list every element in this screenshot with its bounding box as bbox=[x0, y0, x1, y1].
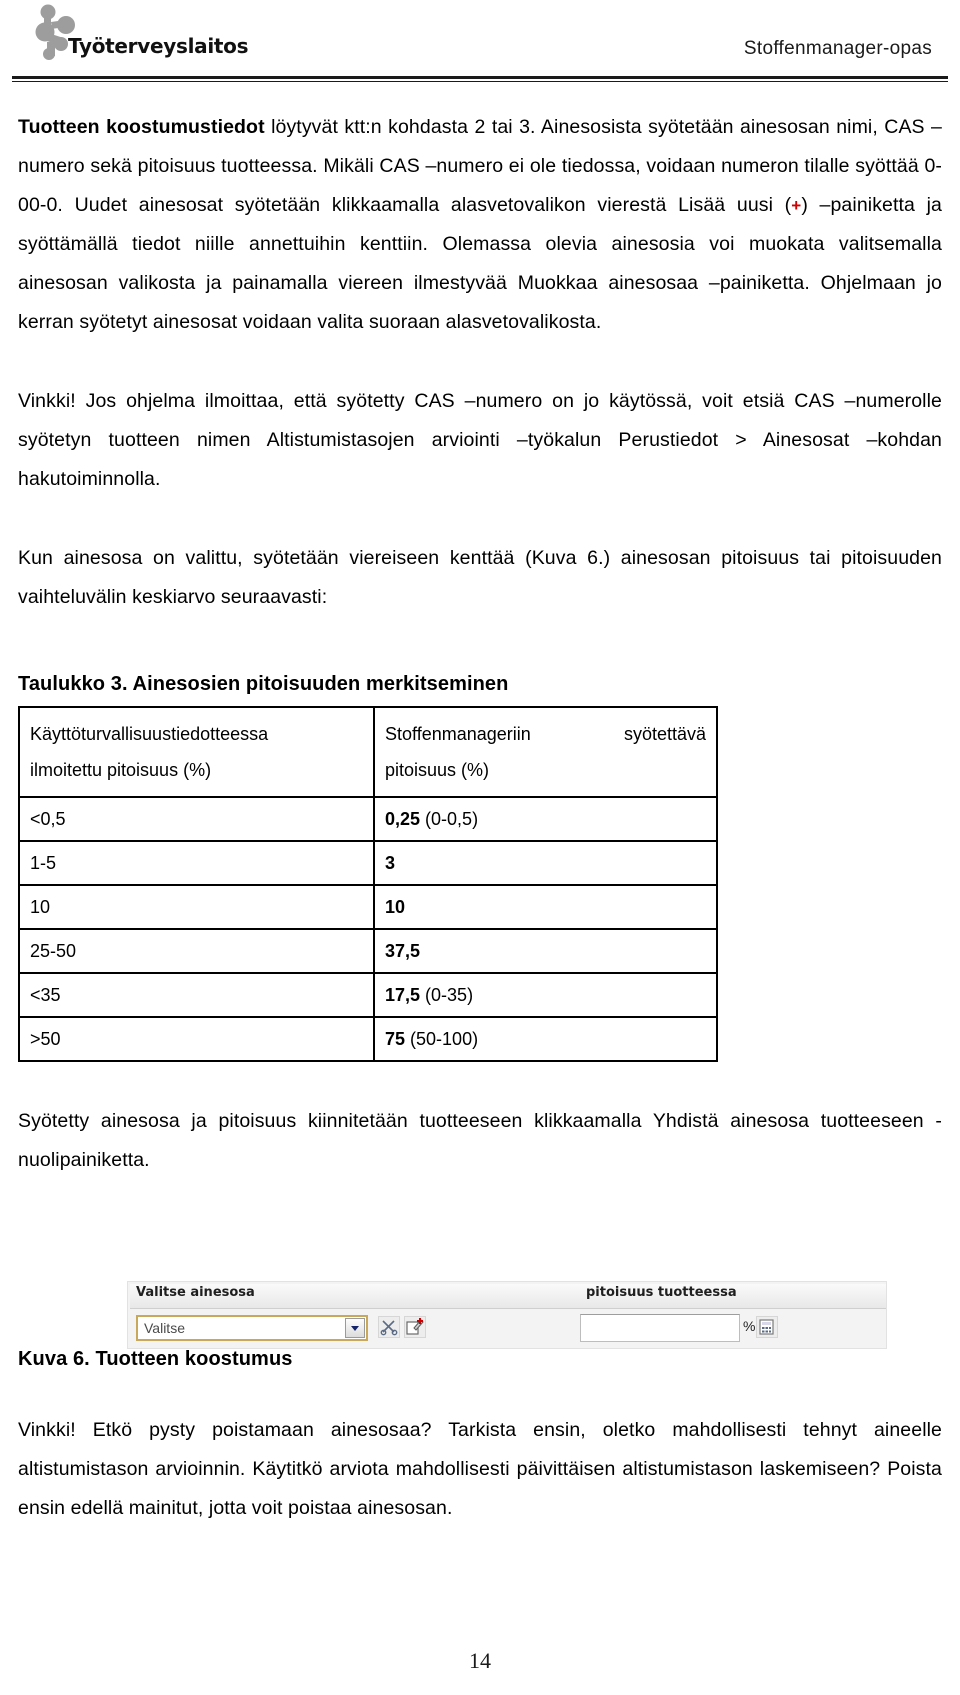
substance-select[interactable]: Valitse bbox=[136, 1315, 368, 1341]
table-header-row: Käyttöturvallisuustiedotteessa ilmoitett… bbox=[18, 706, 718, 798]
document-title: Stoffenmanager-opas bbox=[743, 38, 932, 59]
cell-entered: 3 bbox=[373, 840, 718, 886]
table-header-entered-line2: pitoisuus (%) bbox=[385, 760, 490, 780]
cell-entered: 37,5 bbox=[373, 928, 718, 974]
table-row: 1-5 3 bbox=[18, 840, 718, 886]
paragraph-3: Kun ainesosa on valittu, syötetään viere… bbox=[18, 547, 942, 608]
header-divider-thin bbox=[12, 81, 948, 82]
table-row: 10 10 bbox=[18, 884, 718, 930]
cell-entered-value: 37,5 bbox=[385, 941, 421, 961]
percent-label: % bbox=[743, 1318, 756, 1334]
cell-entered-value: 0,25 bbox=[385, 809, 421, 829]
cell-entered-value: 75 bbox=[385, 1029, 406, 1049]
cell-entered: 10 bbox=[373, 884, 718, 930]
figure-screenshot: Valitse ainesosa pitoisuus tuotteessa Va… bbox=[127, 1281, 887, 1349]
field-label-concentration: pitoisuus tuotteessa bbox=[586, 1285, 737, 1300]
table-header-entered-line1: Stoffenmanageriin syötettävä bbox=[385, 724, 706, 744]
cell-entered-range: (50-100) bbox=[405, 1029, 479, 1049]
field-label-select-substance: Valitse ainesosa bbox=[136, 1285, 255, 1300]
cell-declared: 10 bbox=[18, 884, 375, 930]
paragraph-1-lead: Tuotteen koostumustiedot bbox=[18, 116, 265, 138]
table-caption: Taulukko 3. Ainesosien pitoisuuden merki… bbox=[18, 673, 509, 695]
calculator-icon[interactable] bbox=[756, 1316, 778, 1338]
paragraph-1: Tuotteen koostumustiedot löytyvät ktt:n … bbox=[18, 108, 942, 342]
table-row: >50 75 (50-100) bbox=[18, 1016, 718, 1062]
cell-entered-value: 10 bbox=[385, 897, 406, 917]
cell-declared: <0,5 bbox=[18, 796, 375, 842]
cell-entered: 75 (50-100) bbox=[373, 1016, 718, 1062]
header-divider bbox=[12, 76, 948, 79]
table-row: <35 17,5 (0-35) bbox=[18, 972, 718, 1018]
paragraph-5: Vinkki! Etkö pysty poistamaan ainesosaa?… bbox=[18, 1419, 942, 1519]
table-row: <0,5 0,25 (0-0,5) bbox=[18, 796, 718, 842]
cell-entered-range: (0-35) bbox=[420, 985, 474, 1005]
concentration-table: Käyttöturvallisuustiedotteessa ilmoitett… bbox=[18, 706, 718, 1062]
cell-declared: >50 bbox=[18, 1016, 375, 1062]
cell-declared: 1-5 bbox=[18, 840, 375, 886]
plus-icon: + bbox=[791, 196, 802, 215]
concentration-input[interactable] bbox=[580, 1314, 740, 1342]
cell-declared: <35 bbox=[18, 972, 375, 1018]
cell-entered: 0,25 (0-0,5) bbox=[373, 796, 718, 842]
chevron-down-icon[interactable] bbox=[345, 1318, 365, 1338]
table-header-entered: Stoffenmanageriin syötettävä pitoisuus (… bbox=[373, 706, 718, 798]
paragraph-4: Syötetty ainesosa ja pitoisuus kiinnitet… bbox=[18, 1110, 942, 1171]
cell-entered-range: (0-0,5) bbox=[420, 809, 479, 829]
logo-wordmark: Työterveyslaitos bbox=[68, 34, 249, 58]
table-header-declared-line2: ilmoitettu pitoisuus (%) bbox=[30, 760, 212, 780]
table-header-declared-line1: Käyttöturvallisuustiedotteessa bbox=[30, 724, 269, 744]
figure-caption: Kuva 6. Tuotteen koostumus bbox=[18, 1348, 293, 1370]
table-row: 25-50 37,5 bbox=[18, 928, 718, 974]
scissors-icon[interactable] bbox=[378, 1316, 400, 1338]
paragraph-2: Vinkki! Jos ohjelma ilmoittaa, että syöt… bbox=[18, 390, 942, 490]
page-number: 14 bbox=[469, 1648, 491, 1673]
table-header-declared: Käyttöturvallisuustiedotteessa ilmoitett… bbox=[18, 706, 375, 798]
cell-entered-value: 17,5 bbox=[385, 985, 421, 1005]
cell-entered-value: 3 bbox=[385, 853, 396, 873]
page-header: Työterveyslaitos Stoffenmanager-opas bbox=[0, 0, 960, 88]
institute-logo: Työterveyslaitos bbox=[28, 4, 308, 66]
cell-declared: 25-50 bbox=[18, 928, 375, 974]
cell-entered: 17,5 (0-35) bbox=[373, 972, 718, 1018]
edit-pencil-icon[interactable] bbox=[404, 1316, 426, 1338]
substance-select-value: Valitse bbox=[144, 1320, 185, 1336]
